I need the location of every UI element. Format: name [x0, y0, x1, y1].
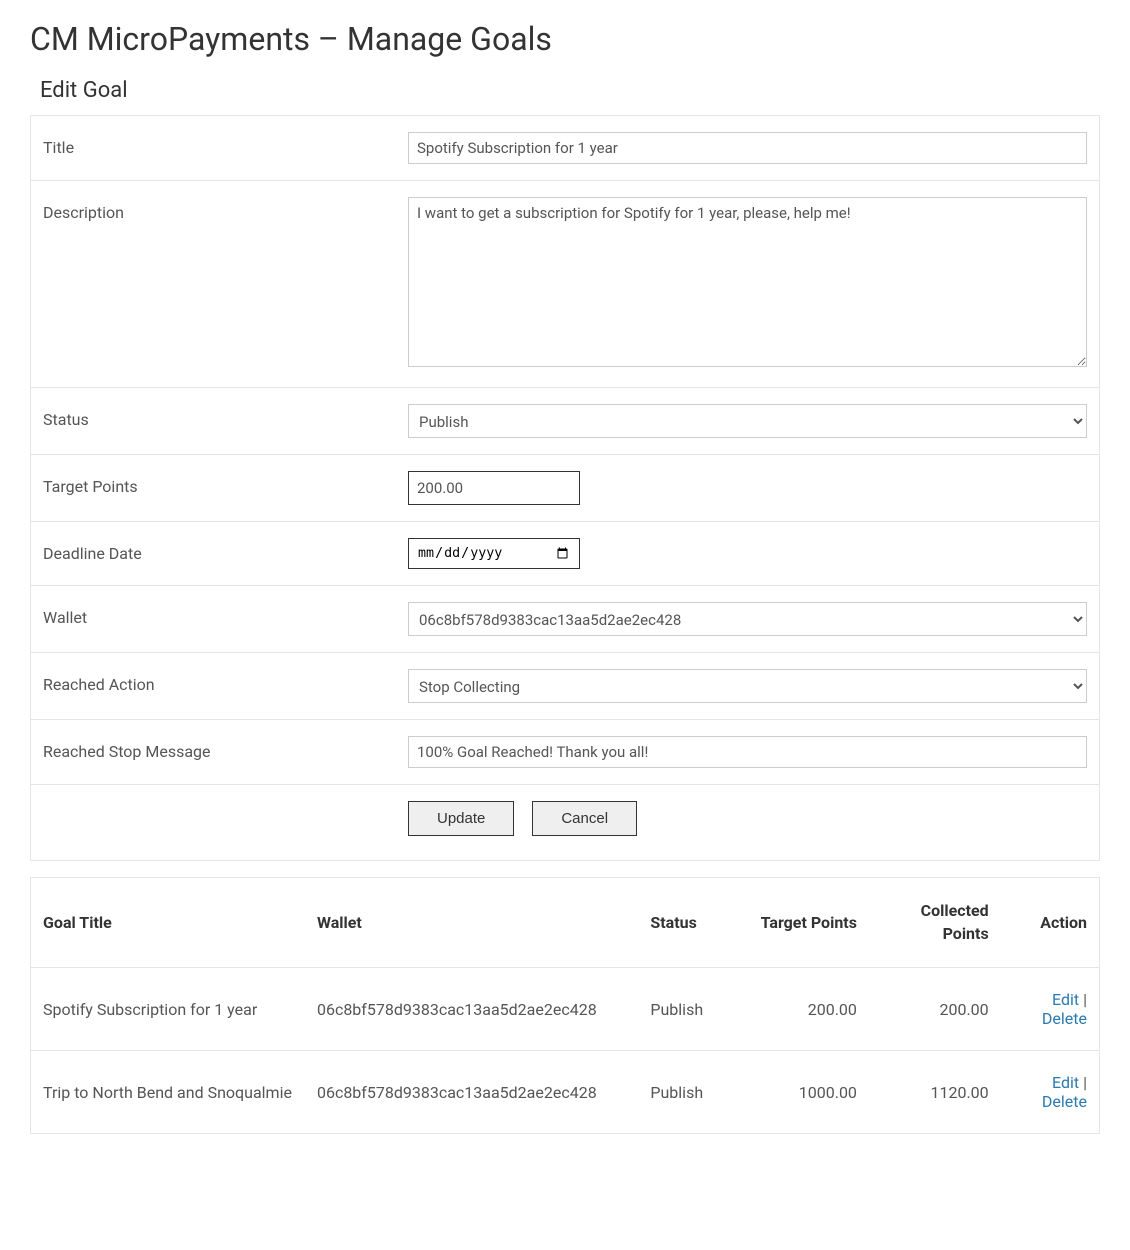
row-target-points: Target Points — [31, 455, 1099, 522]
label-title: Title — [43, 132, 408, 157]
label-deadline-date: Deadline Date — [43, 538, 408, 563]
th-target-points: Target Points — [737, 878, 869, 968]
cell-status: Publish — [638, 1051, 737, 1134]
description-textarea[interactable]: I want to get a subscription for Spotify… — [408, 197, 1087, 367]
cell-collected-points: 200.00 — [869, 968, 1001, 1051]
cell-action: Edit | Delete — [1001, 968, 1100, 1051]
target-points-input[interactable] — [408, 471, 580, 505]
cell-target-points: 1000.00 — [737, 1051, 869, 1134]
row-reached-stop-message: Reached Stop Message — [31, 720, 1099, 785]
delete-link[interactable]: Delete — [1042, 1092, 1087, 1111]
title-input[interactable] — [408, 132, 1087, 164]
cell-goal-title: Spotify Subscription for 1 year — [31, 968, 305, 1051]
status-select[interactable]: Publish — [408, 404, 1087, 438]
update-button[interactable]: Update — [408, 801, 514, 836]
action-separator: | — [1079, 1073, 1087, 1092]
row-reached-action: Reached Action Stop Collecting — [31, 653, 1099, 720]
cancel-button[interactable]: Cancel — [532, 801, 637, 836]
row-deadline-date: Deadline Date — [31, 522, 1099, 586]
label-description: Description — [43, 197, 408, 222]
action-separator: | — [1079, 990, 1087, 1009]
page-title: CM MicroPayments – Manage Goals — [30, 20, 1100, 58]
th-status: Status — [638, 878, 737, 968]
th-action: Action — [1001, 878, 1100, 968]
delete-link[interactable]: Delete — [1042, 1009, 1087, 1028]
row-title: Title — [31, 116, 1099, 181]
cell-target-points: 200.00 — [737, 968, 869, 1051]
row-description: Description I want to get a subscription… — [31, 181, 1099, 388]
reached-stop-message-input[interactable] — [408, 736, 1087, 768]
cell-action: Edit | Delete — [1001, 1051, 1100, 1134]
cell-goal-title: Trip to North Bend and Snoqualmie — [31, 1051, 305, 1134]
table-row: Trip to North Bend and Snoqualmie06c8bf5… — [31, 1051, 1100, 1134]
label-reached-stop-message: Reached Stop Message — [43, 736, 408, 761]
label-reached-action: Reached Action — [43, 669, 408, 694]
row-wallet: Wallet 06c8bf578d9383cac13aa5d2ae2ec428 — [31, 586, 1099, 653]
cell-wallet: 06c8bf578d9383cac13aa5d2ae2ec428 — [305, 1051, 638, 1134]
edit-link[interactable]: Edit — [1052, 1073, 1079, 1092]
label-status: Status — [43, 404, 408, 429]
label-wallet: Wallet — [43, 602, 408, 627]
edit-goal-form: Title Description I want to get a subscr… — [30, 115, 1100, 861]
section-title: Edit Goal — [40, 78, 1100, 103]
wallet-select[interactable]: 06c8bf578d9383cac13aa5d2ae2ec428 — [408, 602, 1087, 636]
edit-link[interactable]: Edit — [1052, 990, 1079, 1009]
row-buttons: Update Cancel — [31, 785, 1099, 860]
cell-status: Publish — [638, 968, 737, 1051]
th-collected-points: Collected Points — [869, 878, 1001, 968]
cell-wallet: 06c8bf578d9383cac13aa5d2ae2ec428 — [305, 968, 638, 1051]
th-wallet: Wallet — [305, 878, 638, 968]
deadline-date-input[interactable] — [408, 538, 580, 569]
table-row: Spotify Subscription for 1 year06c8bf578… — [31, 968, 1100, 1051]
row-status: Status Publish — [31, 388, 1099, 455]
goals-table: Goal Title Wallet Status Target Points C… — [30, 877, 1100, 1134]
cell-collected-points: 1120.00 — [869, 1051, 1001, 1134]
reached-action-select[interactable]: Stop Collecting — [408, 669, 1087, 703]
label-target-points: Target Points — [43, 471, 408, 496]
table-header-row: Goal Title Wallet Status Target Points C… — [31, 878, 1100, 968]
th-goal-title: Goal Title — [31, 878, 305, 968]
